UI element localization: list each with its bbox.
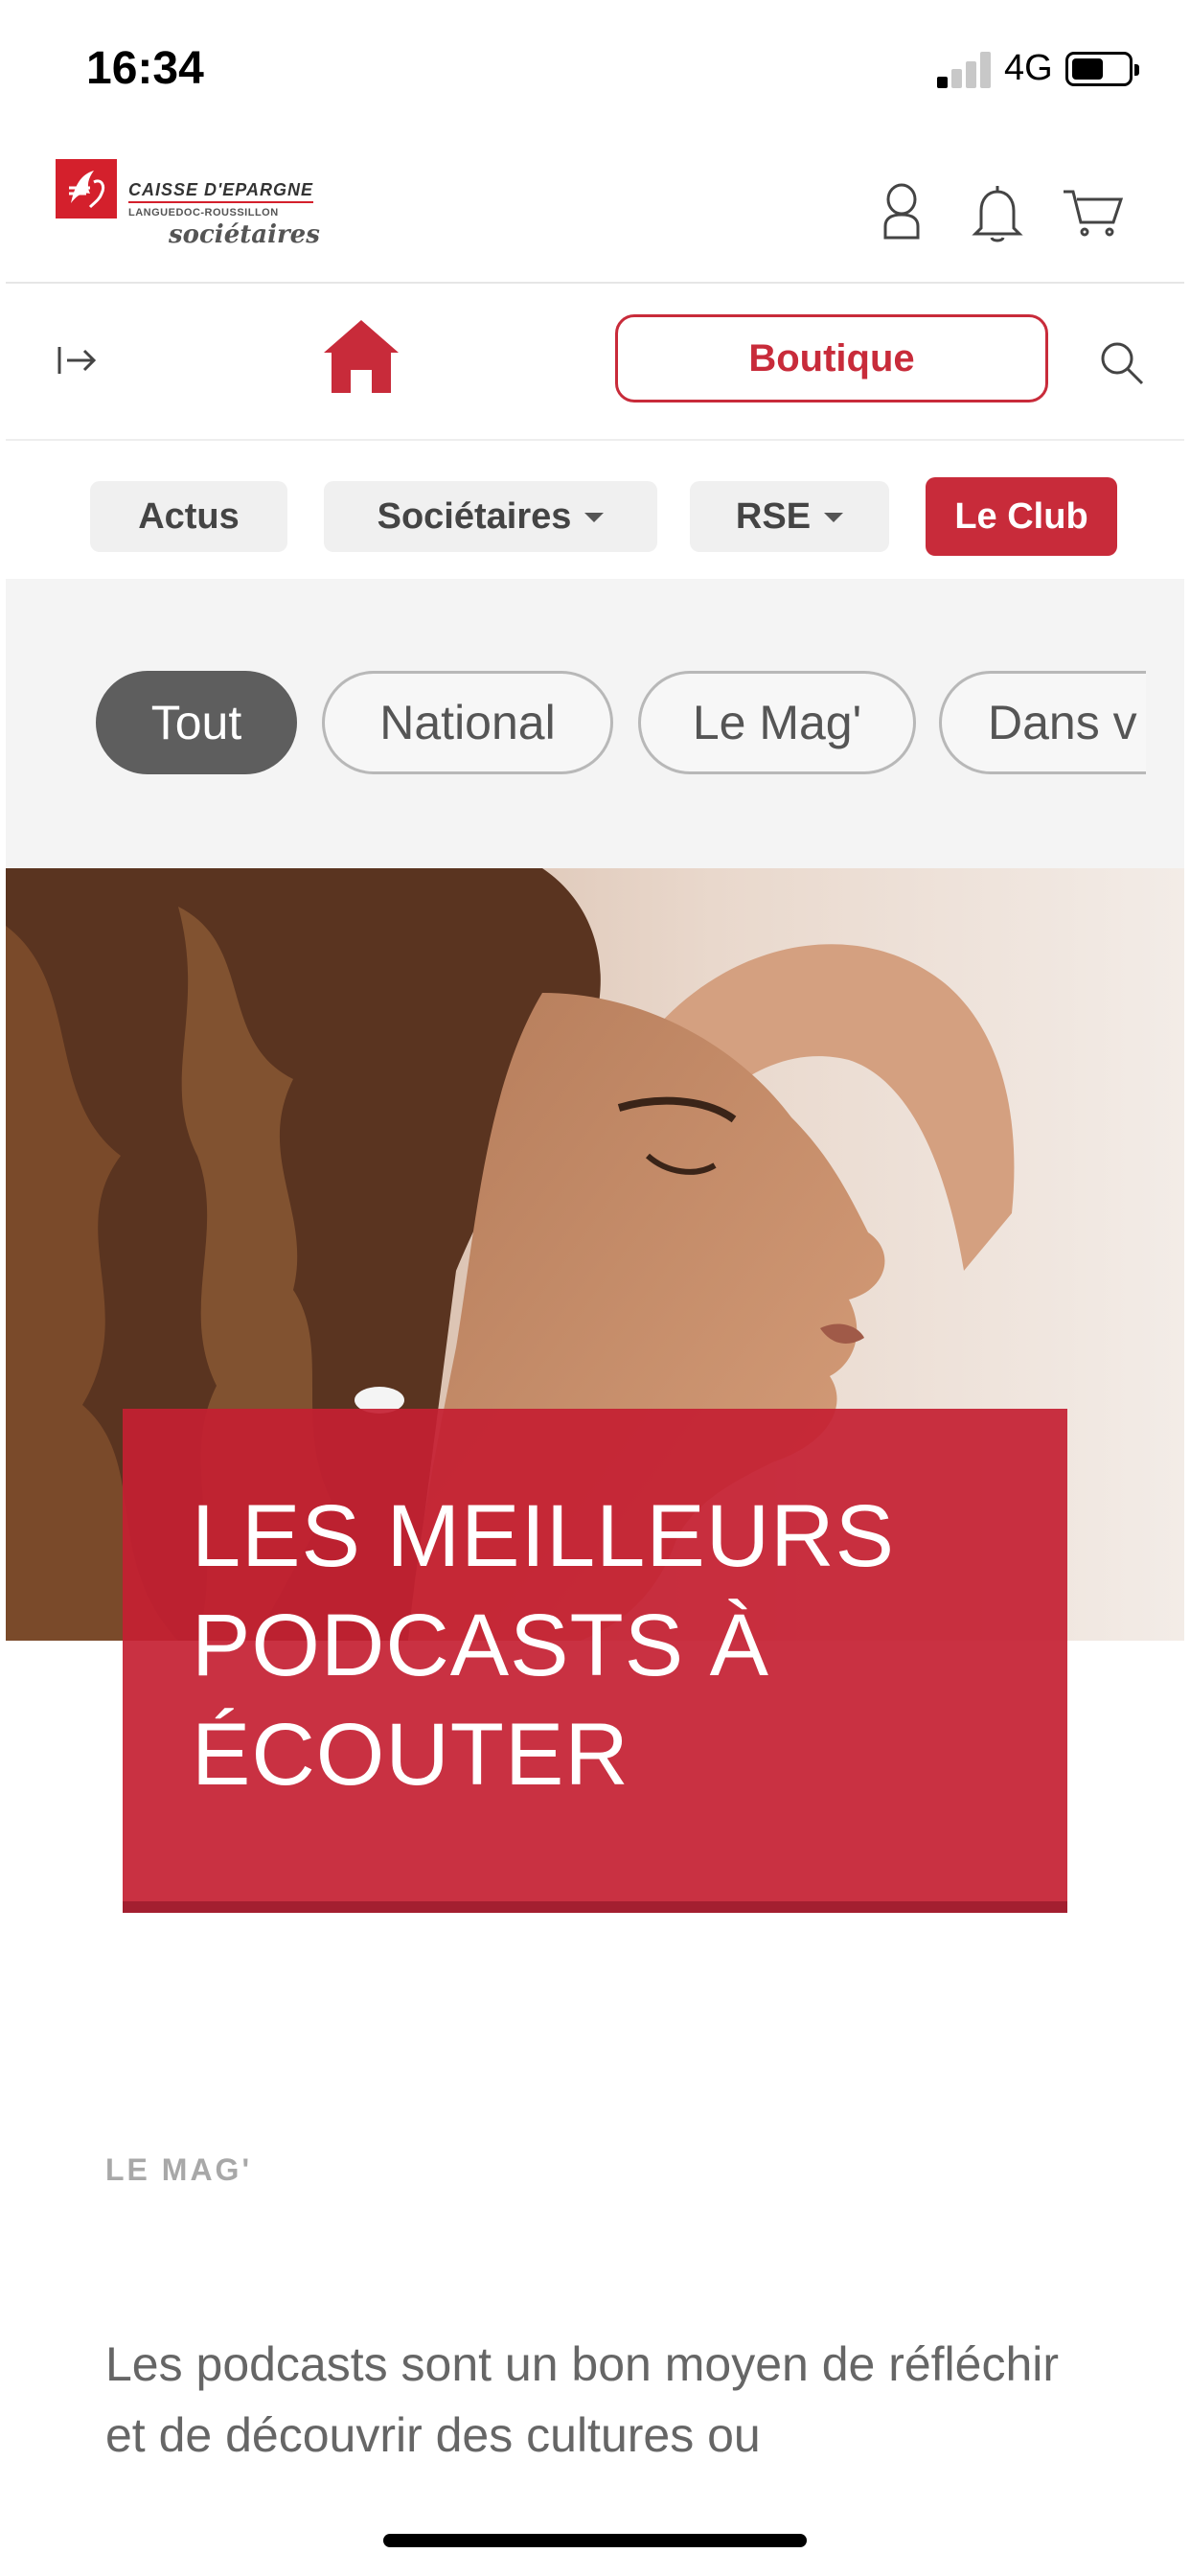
article-title-card[interactable]: LES MEILLEURS PODCASTS À ÉCOUTER bbox=[123, 1409, 1067, 1913]
chip-label: Tout bbox=[150, 696, 242, 749]
menu-item-label: Le Club bbox=[954, 495, 1088, 537]
home-icon[interactable] bbox=[318, 314, 404, 401]
battery-icon bbox=[1065, 52, 1139, 86]
caret-down-icon bbox=[824, 513, 844, 522]
chip-label: Dans v bbox=[988, 696, 1137, 749]
article-category: LE MAG' bbox=[105, 2152, 253, 2187]
logo-text-region: LANGUEDOC-ROUSSILLON bbox=[128, 207, 279, 218]
status-time: 16:34 bbox=[86, 43, 204, 94]
chip-tout[interactable]: Tout bbox=[96, 671, 297, 774]
menu-item-label: Actus bbox=[138, 495, 240, 537]
status-bar: 16:34 4G bbox=[0, 0, 1190, 144]
caisse-epargne-logo[interactable]: CAISSE D'EPARGNE LANGUEDOC-ROUSSILLON so… bbox=[56, 153, 343, 259]
cart-icon[interactable] bbox=[1060, 178, 1127, 245]
caret-down-icon bbox=[584, 513, 605, 522]
logo-text-societaires: sociétaires bbox=[169, 220, 320, 249]
chip-le-mag[interactable]: Le Mag' bbox=[638, 671, 916, 774]
filter-band: Tout National Le Mag' Dans v bbox=[6, 579, 1184, 868]
squirrel-logo-icon bbox=[56, 159, 117, 218]
network-type: 4G bbox=[1004, 48, 1053, 88]
exit-icon[interactable] bbox=[52, 335, 102, 385]
app-header: CAISSE D'EPARGNE LANGUEDOC-ROUSSILLON so… bbox=[6, 144, 1184, 284]
bell-icon[interactable] bbox=[964, 178, 1031, 245]
search-icon[interactable] bbox=[1094, 335, 1148, 389]
signal-icon bbox=[937, 52, 993, 88]
article-excerpt: Les podcasts sont un bon moyen de réfléc… bbox=[105, 2337, 1060, 2462]
chip-national[interactable]: National bbox=[322, 671, 613, 774]
user-icon[interactable] bbox=[868, 178, 935, 245]
menu-item-le-club[interactable]: Le Club bbox=[926, 477, 1117, 556]
menu-item-actus[interactable]: Actus bbox=[90, 481, 287, 552]
menu-item-label: RSE bbox=[735, 495, 812, 537]
menu-item-societaires[interactable]: Sociétaires bbox=[324, 481, 657, 552]
boutique-button[interactable]: Boutique bbox=[615, 314, 1048, 402]
chip-dans-vos-regions[interactable]: Dans v bbox=[939, 671, 1146, 774]
section-menu: Actus Sociétaires RSE Le Club bbox=[6, 443, 1184, 579]
home-indicator[interactable] bbox=[383, 2534, 807, 2547]
logo-text-main: CAISSE D'EPARGNE bbox=[128, 180, 313, 203]
article-title: LES MEILLEURS PODCASTS À ÉCOUTER bbox=[192, 1487, 895, 1804]
filter-chips-scroller[interactable]: Tout National Le Mag' Dans v bbox=[96, 669, 1146, 780]
chip-label: Le Mag' bbox=[692, 696, 862, 749]
menu-item-label: Sociétaires bbox=[377, 495, 572, 537]
menu-item-rse[interactable]: RSE bbox=[690, 481, 889, 552]
nav-bar: Boutique bbox=[6, 286, 1184, 441]
chip-label: National bbox=[379, 696, 556, 749]
